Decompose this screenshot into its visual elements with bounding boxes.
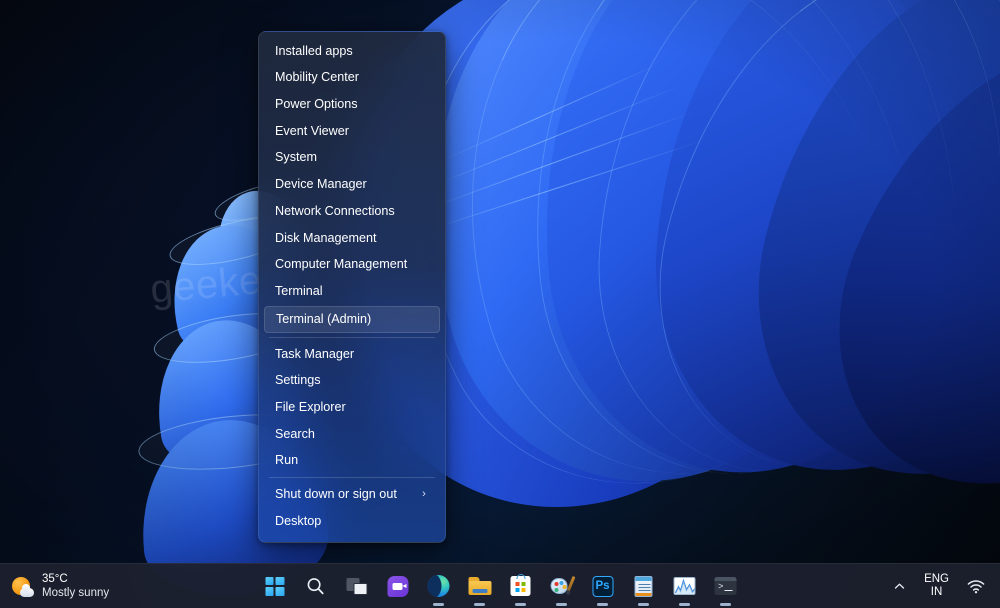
menu-item-file-explorer[interactable]: File Explorer [264,395,440,420]
menu-item-label: Terminal [275,283,323,298]
start-button[interactable] [258,569,292,603]
running-indicator [433,603,444,606]
network-button[interactable] [960,569,992,603]
store-button[interactable] [504,569,538,606]
weather-temperature: 35°C [42,572,68,585]
running-indicator [720,603,731,606]
running-indicator [679,603,690,606]
menu-item-device-manager[interactable]: Device Manager [264,172,440,197]
running-indicator [638,603,649,606]
menu-item-label: File Explorer [275,399,346,414]
terminal-icon: > [714,577,737,595]
menu-item-installed-apps[interactable]: Installed apps [264,39,440,64]
search-button[interactable] [299,569,333,603]
language-primary: ENG [924,573,949,586]
edge-icon [427,575,450,597]
menu-item-desktop[interactable]: Desktop [264,509,440,534]
menu-item-settings[interactable]: Settings [264,368,440,393]
menu-item-label: Installed apps [275,43,353,58]
weather-text: 35°C Mostly sunny [42,573,109,600]
menu-item-power-options[interactable]: Power Options [264,92,440,117]
paint-palette-icon [550,576,576,596]
menu-separator [269,336,435,338]
edge-button[interactable] [422,569,456,606]
menu-item-shut-down-or-sign-out[interactable]: Shut down or sign out › [264,482,440,507]
photoshop-icon: Ps [592,575,613,597]
running-indicator [597,603,608,606]
menu-item-event-viewer[interactable]: Event Viewer [264,119,440,144]
menu-item-network-connections[interactable]: Network Connections [264,199,440,224]
menu-item-task-manager[interactable]: Task Manager [264,342,440,367]
paint-button[interactable] [545,569,579,606]
cloud-shape [20,583,34,597]
menu-item-mobility-center[interactable]: Mobility Center [264,65,440,90]
menu-item-label: Settings [275,373,321,388]
menu-item-computer-management[interactable]: Computer Management [264,252,440,277]
folder-icon [468,577,491,595]
notepad-button[interactable] [627,569,661,606]
menu-item-label: Device Manager [275,177,367,192]
menu-item-label: Search [275,426,315,441]
menu-item-system[interactable]: System [264,145,440,170]
desktop-wallpaper [0,0,1000,608]
windows-start-icon [265,576,284,596]
taskbar: 35°C Mostly sunny Ps > ENG IN [0,563,1000,608]
menu-item-label: Network Connections [275,203,395,218]
menu-item-label: Run [275,453,299,468]
taskbar-icon-group: Ps > [258,569,743,606]
menu-item-label: Task Manager [275,346,355,361]
menu-item-run[interactable]: Run [264,448,440,473]
chevron-right-icon: › [422,488,426,501]
language-indicator: ENG IN [924,573,949,599]
chevron-up-icon [894,583,905,589]
weather-widget[interactable]: 35°C Mostly sunny [8,568,117,605]
chat-icon [387,575,408,597]
running-indicator [556,603,567,606]
file-explorer-button[interactable] [463,569,497,606]
photoshop-button[interactable]: Ps [586,569,620,606]
task-manager-icon [673,577,696,595]
menu-item-label: Power Options [275,97,358,112]
menu-item-label: System [275,150,317,165]
menu-item-label: Disk Management [275,230,377,245]
winx-context-menu[interactable]: Installed apps Mobility Center Power Optio… [258,31,446,543]
sun-behind-cloud-icon [12,576,34,598]
running-indicator [474,603,485,606]
menu-item-disk-management[interactable]: Disk Management [264,226,440,251]
menu-separator [269,477,435,479]
running-indicator [515,603,526,606]
menu-item-terminal[interactable]: Terminal [264,279,440,304]
task-view-icon [346,577,367,595]
task-view-button[interactable] [340,569,374,603]
menu-item-terminal-admin[interactable]: Terminal (Admin) [264,305,440,333]
system-tray: ENG IN [886,564,992,608]
hidden-icons-button[interactable] [886,569,913,603]
chat-button[interactable] [381,569,415,603]
menu-item-label: Mobility Center [275,70,359,85]
notepad-icon [634,575,653,597]
weather-condition: Mostly sunny [42,586,110,599]
menu-item-label: Shut down or sign out [275,487,397,502]
terminal-button[interactable]: > [709,569,743,606]
menu-item-label: Terminal (Admin) [276,311,372,326]
task-manager-button[interactable] [668,569,702,606]
menu-item-label: Computer Management [275,257,408,272]
menu-item-label: Desktop [275,514,322,528]
desktop-screen: geekermag.com Installed appsMobility Cen… [0,0,1000,608]
microsoft-store-icon [510,573,531,596]
wifi-icon [967,579,985,593]
menu-item-label: Event Viewer [275,123,349,138]
language-secondary: IN [930,586,943,598]
menu-item-search[interactable]: Search [264,422,440,447]
search-icon [307,578,324,595]
language-indicator-button[interactable]: ENG IN [917,569,956,603]
